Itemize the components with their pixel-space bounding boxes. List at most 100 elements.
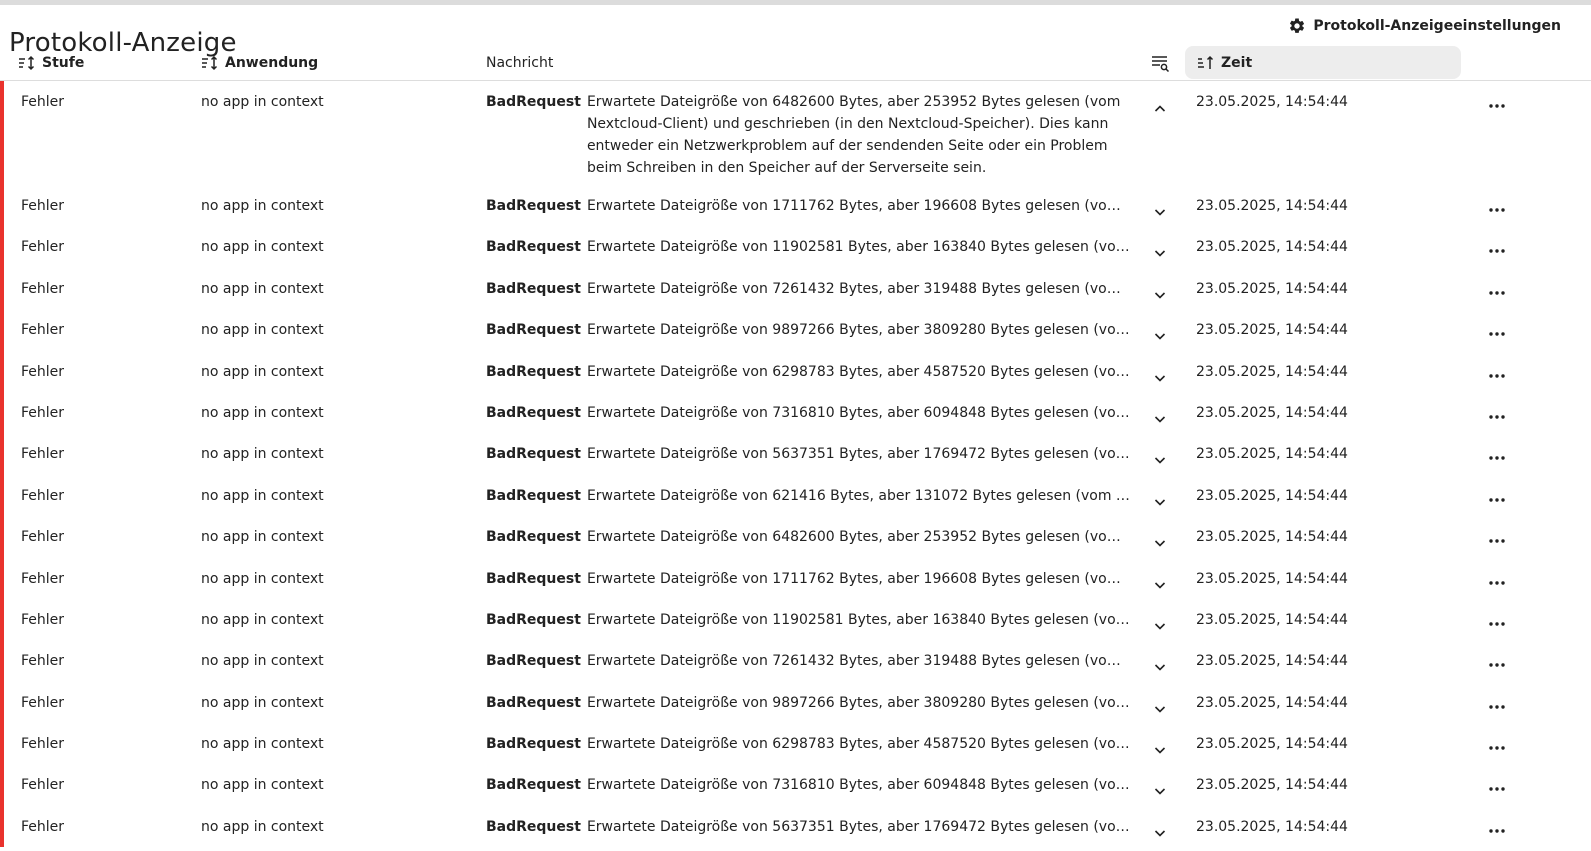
expand-toggle-button[interactable] <box>1150 285 1170 305</box>
log-app: no app in context <box>201 94 324 110</box>
expand-toggle-button[interactable] <box>1150 202 1170 222</box>
expand-toggle-button[interactable] <box>1150 575 1170 595</box>
more-horizontal-icon <box>1489 291 1505 295</box>
exception-type: BadRequest <box>486 611 581 628</box>
log-app: no app in context <box>201 694 324 711</box>
expand-toggle-button[interactable] <box>1150 492 1170 512</box>
expand-toggle-button[interactable] <box>1150 409 1170 429</box>
exception-type: BadRequest <box>486 322 581 339</box>
expand-toggle-button[interactable] <box>1150 740 1170 760</box>
log-time: 23.05.2025, 14:54:44 <box>1196 322 1348 339</box>
message-text: Erwartete Dateigröße von 7316810 Bytes, … <box>586 777 1132 794</box>
log-app: no app in context <box>201 818 324 835</box>
row-actions-button[interactable] <box>1486 365 1508 387</box>
log-row[interactable]: Fehler no app in context BadRequest Erwa… <box>0 226 1591 269</box>
expand-toggle-button[interactable] <box>1150 368 1170 388</box>
message-text: Erwartete Dateigröße von 11902581 Bytes,… <box>586 239 1132 256</box>
chevron-down-icon <box>1153 536 1167 550</box>
column-header-time[interactable]: Zeit <box>1185 46 1461 79</box>
expand-toggle-button[interactable] <box>1150 823 1170 843</box>
expand-toggle-button[interactable] <box>1150 326 1170 346</box>
log-row[interactable]: Fehler no app in context BadRequest Erwa… <box>0 185 1591 227</box>
expand-toggle-button[interactable] <box>1150 699 1170 719</box>
row-actions-button[interactable] <box>1486 447 1508 469</box>
log-level: Fehler <box>21 653 65 670</box>
log-settings-button[interactable]: Protokoll-Anzeigeeinstellungen <box>1288 14 1561 38</box>
chevron-down-icon <box>1153 288 1167 302</box>
log-app: no app in context <box>201 446 324 463</box>
row-actions-button[interactable] <box>1486 654 1508 676</box>
exception-type: BadRequest <box>486 570 581 587</box>
expand-toggle-button[interactable] <box>1150 99 1170 119</box>
chevron-down-icon <box>1153 329 1167 343</box>
more-horizontal-icon <box>1489 498 1505 502</box>
log-row[interactable]: Fehler no app in context BadRequest Erwa… <box>0 516 1591 558</box>
filter-list-icon <box>1150 54 1170 72</box>
expand-toggle-button[interactable] <box>1150 781 1170 801</box>
log-level: Fehler <box>21 694 65 711</box>
row-actions-button[interactable] <box>1486 778 1508 800</box>
chevron-down-icon <box>1153 453 1167 467</box>
log-row[interactable]: Fehler no app in context BadRequest Erwa… <box>0 598 1591 641</box>
exception-type: BadRequest <box>486 446 581 463</box>
row-actions-button[interactable] <box>1486 572 1508 594</box>
log-row[interactable]: Fehler no app in context BadRequest Erwa… <box>0 350 1591 393</box>
log-message: BadRequest Erwartete Dateigröße von 7261… <box>486 278 1132 300</box>
log-row[interactable]: Fehler no app in context BadRequest Erwa… <box>0 433 1591 476</box>
chevron-down-icon <box>1153 743 1167 757</box>
log-row[interactable]: Fehler no app in context BadRequest Erwa… <box>0 723 1591 765</box>
log-row[interactable]: Fehler no app in context BadRequest Erwa… <box>0 764 1591 807</box>
log-table-body: Fehler no app in context BadRequest Erwa… <box>0 81 1591 848</box>
log-message: BadRequest Erwartete Dateigröße von 7316… <box>486 774 1132 796</box>
expand-toggle-button[interactable] <box>1150 657 1170 677</box>
row-actions-button[interactable] <box>1486 282 1508 304</box>
row-actions-button[interactable] <box>1486 406 1508 428</box>
expand-toggle-button[interactable] <box>1150 243 1170 263</box>
expand-toggle-button[interactable] <box>1150 616 1170 636</box>
more-horizontal-icon <box>1489 332 1505 336</box>
column-header-level[interactable]: Stufe <box>18 46 84 79</box>
row-actions-button[interactable] <box>1486 737 1508 759</box>
chevron-down-icon <box>1153 205 1167 219</box>
log-row[interactable]: Fehler no app in context BadRequest Erwa… <box>0 474 1591 517</box>
log-level: Fehler <box>21 280 65 297</box>
row-actions-button[interactable] <box>1486 240 1508 262</box>
log-row[interactable]: Fehler no app in context BadRequest Erwa… <box>0 640 1591 683</box>
log-message: BadRequest Erwartete Dateigröße von 6298… <box>486 361 1132 383</box>
message-text: Erwartete Dateigröße von 11902581 Bytes,… <box>586 611 1132 628</box>
exception-type: BadRequest <box>486 198 581 214</box>
log-row[interactable]: Fehler no app in context BadRequest Erwa… <box>0 267 1591 310</box>
log-row[interactable]: Fehler no app in context BadRequest Erwa… <box>0 681 1591 724</box>
log-row[interactable]: Fehler no app in context BadRequest Erwa… <box>0 557 1591 600</box>
row-actions-button[interactable] <box>1486 199 1508 221</box>
log-row[interactable]: Fehler no app in context BadRequest Erwa… <box>0 391 1591 434</box>
row-actions-button[interactable] <box>1486 613 1508 635</box>
log-message: BadRequest Erwartete Dateigröße von 6482… <box>486 91 1132 179</box>
column-header-app[interactable]: Anwendung <box>201 46 318 79</box>
log-message: BadRequest Erwartete Dateigröße von 5637… <box>486 443 1132 465</box>
sort-icon <box>18 55 36 71</box>
row-actions-button[interactable] <box>1486 323 1508 345</box>
log-level: Fehler <box>21 198 65 214</box>
row-actions-button[interactable] <box>1486 489 1508 511</box>
column-header-app-label: Anwendung <box>225 54 319 71</box>
more-horizontal-icon <box>1489 208 1505 212</box>
row-actions-button[interactable] <box>1486 95 1508 117</box>
expand-toggle-button[interactable] <box>1150 450 1170 470</box>
log-level: Fehler <box>21 736 65 753</box>
row-actions-button[interactable] <box>1486 530 1508 552</box>
more-horizontal-icon <box>1489 415 1505 419</box>
chevron-down-icon <box>1153 784 1167 798</box>
row-actions-button[interactable] <box>1486 820 1508 842</box>
log-row[interactable]: Fehler no app in context BadRequest Erwa… <box>0 309 1591 351</box>
log-level: Fehler <box>21 239 65 256</box>
log-row[interactable]: Fehler no app in context BadRequest Erwa… <box>0 81 1591 185</box>
log-time: 23.05.2025, 14:54:44 <box>1196 363 1348 380</box>
log-level: Fehler <box>21 529 65 546</box>
log-time: 23.05.2025, 14:54:44 <box>1196 694 1348 711</box>
table-header: Stufe Anwendung Nachricht Zeit <box>0 46 1591 81</box>
filter-button[interactable] <box>1149 46 1171 79</box>
expand-toggle-button[interactable] <box>1150 533 1170 553</box>
row-actions-button[interactable] <box>1486 696 1508 718</box>
log-row[interactable]: Fehler no app in context BadRequest Erwa… <box>0 805 1591 848</box>
